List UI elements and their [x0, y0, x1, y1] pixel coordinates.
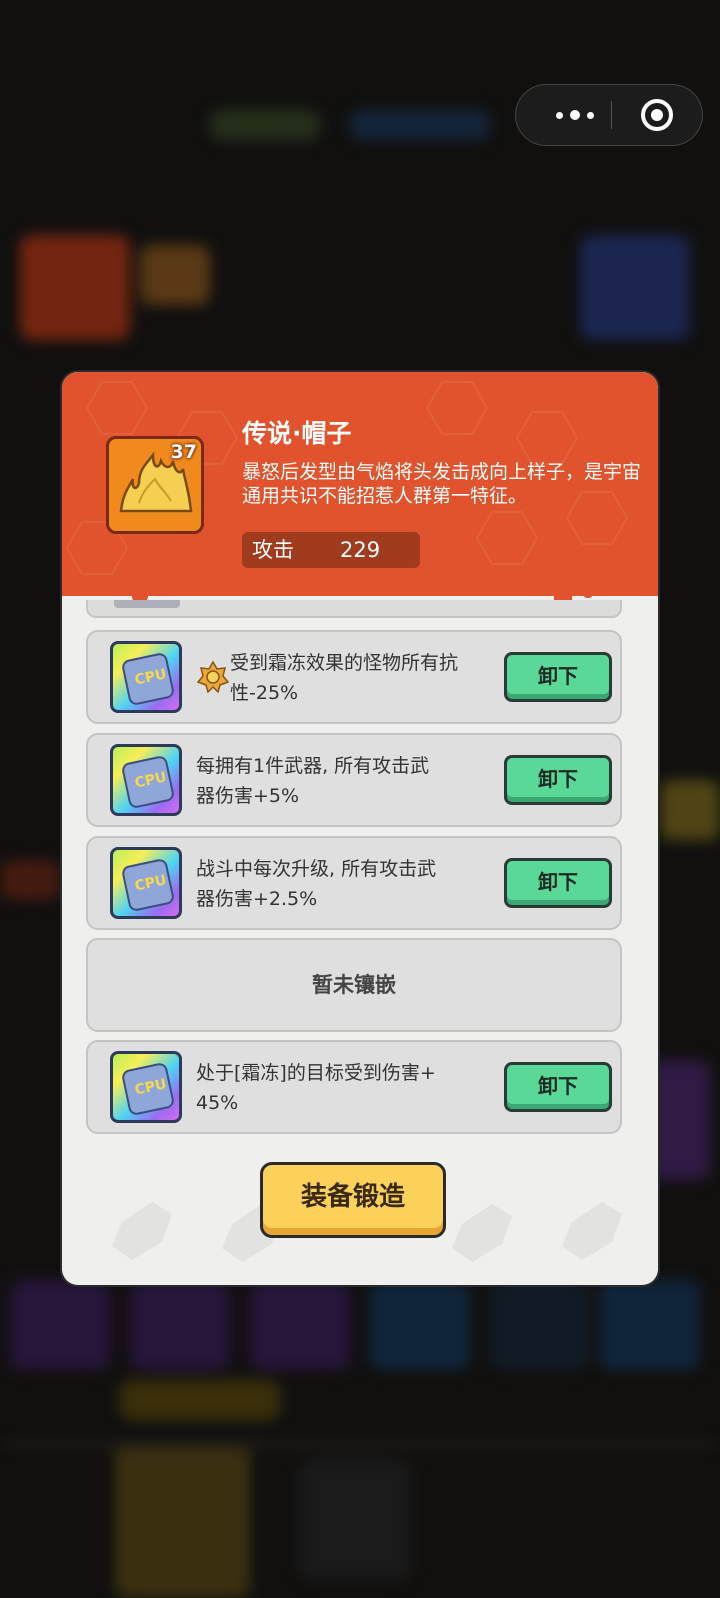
- gem-slot-empty[interactable]: 暂未镶嵌: [86, 938, 622, 1032]
- forge-button[interactable]: 装备锻造: [260, 1162, 446, 1238]
- slot-text-line1: 每拥有1件武器, 所有攻击武: [196, 755, 430, 777]
- slot-text-line1: 战斗中每次升级, 所有攻击武: [196, 858, 437, 880]
- slot-text-line2: 性-25%: [230, 682, 299, 704]
- stat-label: 攻击: [252, 538, 294, 562]
- item-stat: 攻击 229: [242, 532, 420, 568]
- unequip-button[interactable]: 卸下: [504, 858, 612, 908]
- equipment-dialog: 37 传说·帽子 暴怒后发型由气焰将头发击成向上样子，是宇宙通用共识不能招惹人群…: [62, 372, 658, 1285]
- slot-text-line1: 处于[霜冻]的目标受到伤害+: [196, 1062, 436, 1084]
- mini-program-capsule: [515, 84, 703, 146]
- stat-value: 229: [340, 538, 381, 562]
- item-icon-frame: 37: [106, 436, 204, 534]
- slot-text-line1: 受到霜冻效果的怪物所有抗: [230, 652, 459, 674]
- slot-row-partial: [86, 600, 622, 618]
- medal-icon: [196, 660, 230, 694]
- item-title: 传说·帽子: [242, 419, 352, 448]
- item-level: 37: [170, 441, 197, 463]
- chip-gem-icon: CPU: [110, 744, 182, 816]
- chip-gem-icon: CPU: [110, 847, 182, 919]
- unequip-button[interactable]: 卸下: [504, 652, 612, 702]
- gem-slot-1: CPU 受到霜冻效果的怪物所有抗 性-25% 卸下: [86, 630, 622, 724]
- chip-gem-icon: CPU: [110, 641, 182, 713]
- more-dots-icon[interactable]: [538, 85, 612, 145]
- item-description: 暴怒后发型由气焰将头发击成向上样子，是宇宙通用共识不能招惹人群第一特征。: [242, 461, 642, 507]
- item-header: 37 传说·帽子 暴怒后发型由气焰将头发击成向上样子，是宇宙通用共识不能招惹人群…: [62, 372, 658, 596]
- slot-text-line2: 45%: [196, 1092, 239, 1114]
- unequip-button[interactable]: 卸下: [504, 1062, 612, 1112]
- gem-slot-2: CPU 每拥有1件武器, 所有攻击武 器伤害+5% 卸下: [86, 733, 622, 827]
- target-close-icon[interactable]: [640, 98, 674, 132]
- gem-slot-5: CPU 处于[霜冻]的目标受到伤害+ 45% 卸下: [86, 1040, 622, 1134]
- unequip-button[interactable]: 卸下: [504, 755, 612, 805]
- chip-gem-icon: CPU: [110, 1051, 182, 1123]
- slot-text-line2: 器伤害+2.5%: [196, 888, 318, 910]
- slot-text-line2: 器伤害+5%: [196, 785, 300, 807]
- gem-slot-3: CPU 战斗中每次升级, 所有攻击武 器伤害+2.5% 卸下: [86, 836, 622, 930]
- empty-slot-text: 暂未镶嵌: [312, 973, 396, 997]
